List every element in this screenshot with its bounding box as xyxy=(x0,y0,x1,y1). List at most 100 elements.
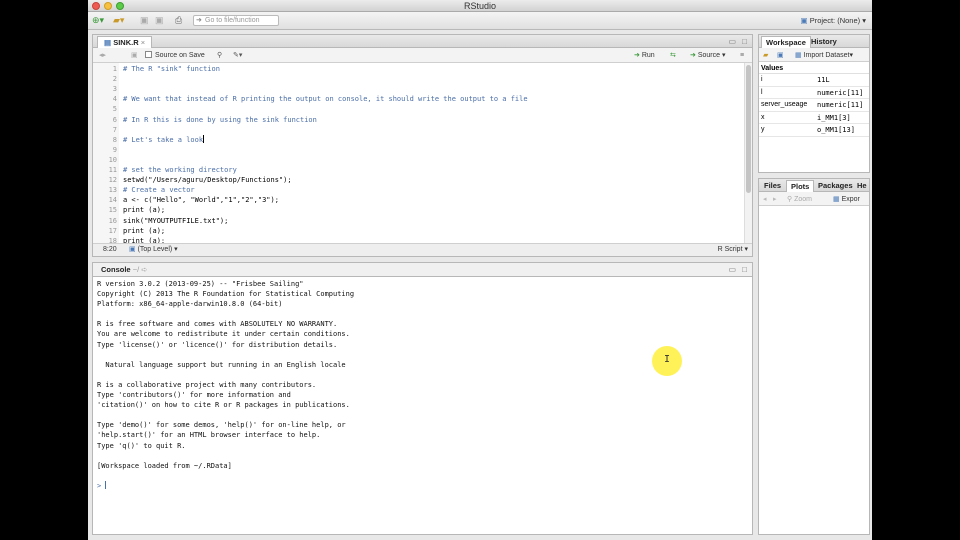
code-line[interactable]: 9 xyxy=(93,145,743,155)
source-tabbar: ▤ SINK.R × ▭ □ xyxy=(93,35,752,48)
files-tabbar: Files Plots Packages He xyxy=(759,179,869,192)
editor-status-bar: 8:20 ▣ (Top Level) ▾ R Script ▾ xyxy=(93,243,752,256)
code-line[interactable]: 7 xyxy=(93,125,743,135)
workspace-row[interactable]: y o_MM1[13] xyxy=(759,124,869,137)
source-on-save-checkbox[interactable]: Source on Save xyxy=(145,50,205,61)
new-file-icon[interactable]: ⊕▾ xyxy=(92,15,104,26)
chevron-down-icon: ▾ xyxy=(721,52,726,59)
line-number: 11 xyxy=(108,166,117,174)
save-all-icon[interactable]: ▣ xyxy=(155,15,164,26)
code-line[interactable]: 2 xyxy=(93,74,743,84)
line-number: 1 xyxy=(112,65,117,73)
import-dataset-label: Import Dataset xyxy=(803,52,850,59)
tab-plots[interactable]: Plots xyxy=(786,180,815,192)
cursor-position: 8:20 xyxy=(103,246,117,253)
prev-plot-icon[interactable]: ◂ xyxy=(763,194,767,205)
editor-scroll-thumb[interactable] xyxy=(746,65,751,193)
line-number: 2 xyxy=(112,75,117,84)
code-line[interactable]: 10 xyxy=(93,155,743,165)
close-tab-icon[interactable]: × xyxy=(141,38,145,47)
console-title-label: Console xyxy=(101,265,131,274)
outline-icon[interactable]: ≡ xyxy=(740,50,744,61)
tab-packages[interactable]: Packages xyxy=(814,180,857,192)
workspace-pane: Workspace History ▰ ▣ ▦ Import Dataset▾ … xyxy=(758,34,870,173)
code-line[interactable]: 4 # We want that instead of R printing th… xyxy=(93,94,743,104)
workspace-row[interactable]: x i_MM1[3] xyxy=(759,112,869,124)
title-bar: RStudio xyxy=(88,0,872,12)
goto-file-input[interactable]: ➜ Go to file/function xyxy=(193,15,279,26)
console-output[interactable]: R version 3.0.2 (2013-09-25) -- "Frisbee… xyxy=(97,279,744,534)
code-line[interactable]: 13 # Create a vector xyxy=(93,185,743,195)
open-file-icon[interactable]: ▰▾ xyxy=(113,15,124,26)
line-number: 7 xyxy=(112,125,117,134)
chevron-down-icon: ▾ xyxy=(862,16,866,25)
editor-scrollbar[interactable] xyxy=(744,63,752,243)
variable-value: numeric[11] xyxy=(817,101,864,109)
run-button[interactable]: ➜ Run xyxy=(634,50,655,61)
export-button[interactable]: ▦ Expor xyxy=(833,194,860,205)
code-line[interactable]: 12 setwd("/Users/aguru/Desktop/Functions"… xyxy=(93,175,743,185)
save-file-icon[interactable]: ▣ xyxy=(131,50,138,61)
source-label: Source xyxy=(697,52,721,59)
code-line[interactable]: 5 xyxy=(93,104,743,114)
plots-pane: Files Plots Packages He ◂ ▸ ⚲ Zoom ▦ Exp… xyxy=(758,178,870,535)
code-line[interactable]: 6 # In R this is done by using the sink f… xyxy=(93,115,743,125)
filetype-selector[interactable]: R Script ▾ xyxy=(718,244,748,256)
minimize-pane-icon[interactable]: ▭ xyxy=(728,265,736,274)
code-line[interactable]: 15 print (a); xyxy=(93,205,743,215)
tab-workspace[interactable]: Workspace xyxy=(761,36,811,48)
plots-toolbar: ◂ ▸ ⚲ Zoom ▦ Expor xyxy=(759,192,869,206)
source-button[interactable]: ➜ Source ▾ xyxy=(690,50,725,61)
next-plot-icon[interactable]: ▸ xyxy=(773,194,777,205)
maximize-pane-icon[interactable]: □ xyxy=(742,37,747,46)
source-subbar: ◂▸ ▣ Source on Save ⚲ ✎▾ ➜ Run ⇆ ➜ Sourc… xyxy=(93,48,752,63)
line-text: sink("MYOUTPUTFILE.txt"); xyxy=(123,216,229,225)
line-number: 6 xyxy=(112,115,117,124)
line-text: print (a); xyxy=(123,206,166,215)
minimize-pane-icon[interactable]: ▭ xyxy=(728,37,736,46)
tab-history[interactable]: History xyxy=(807,36,841,48)
print-icon[interactable]: ⎙ xyxy=(175,15,182,26)
source-arrow-icon: ➜ xyxy=(690,52,696,59)
load-workspace-icon[interactable]: ▰ xyxy=(763,50,768,61)
console-path: ~/ xyxy=(132,265,140,274)
scope-selector[interactable]: ▣ (Top Level) ▾ xyxy=(129,244,178,256)
line-text: # We want that instead of R printing the… xyxy=(123,95,528,104)
line-number: 15 xyxy=(108,206,117,215)
workspace-row[interactable]: l numeric[11] xyxy=(759,87,869,99)
line-number: 12 xyxy=(108,176,117,185)
code-line[interactable]: 16 sink("MYOUTPUTFILE.txt"); xyxy=(93,216,743,226)
workspace-row[interactable]: server_useage numeric[11] xyxy=(759,99,869,112)
code-line[interactable]: 8 # Let's take a look xyxy=(93,134,743,145)
search-icon[interactable]: ⚲ xyxy=(217,50,222,61)
zoom-button[interactable]: ⚲ Zoom xyxy=(787,194,812,205)
code-line[interactable]: 14 a <- c("Hello", "World","1","2","3"); xyxy=(93,195,743,205)
goto-placeholder: Go to file/function xyxy=(205,17,260,24)
tab-files[interactable]: Files xyxy=(760,180,785,192)
workspace-tabbar: Workspace History xyxy=(759,35,869,48)
console-goto-icon[interactable]: ➪ xyxy=(141,265,147,274)
code-editor[interactable]: 1 # The R "sink" function 2 3 4 # We want tha… xyxy=(93,63,744,245)
back-arrow-icon[interactable]: ◂▸ xyxy=(99,50,106,61)
code-line[interactable]: 3 xyxy=(93,84,743,94)
variable-name: i xyxy=(761,76,763,83)
project-menu[interactable]: ▣ Project: (None) ▾ xyxy=(801,15,866,26)
tab-help[interactable]: He xyxy=(855,180,869,192)
variable-value: o_MM1[13] xyxy=(817,126,855,134)
save-workspace-icon[interactable]: ▣ xyxy=(777,50,784,61)
line-number: 13 xyxy=(108,186,117,195)
chevron-down-icon: ▾ xyxy=(744,246,748,253)
tab-sink-r-label: SINK.R xyxy=(113,38,139,47)
maximize-pane-icon[interactable]: □ xyxy=(742,265,747,274)
save-icon[interactable]: ▣ xyxy=(140,15,149,26)
variable-name: l xyxy=(761,88,763,96)
code-tools-icon[interactable]: ✎▾ xyxy=(233,50,242,61)
code-line[interactable]: 17 print (a); xyxy=(93,226,743,236)
import-dataset-button[interactable]: ▦ Import Dataset▾ xyxy=(795,50,853,61)
rerun-icon[interactable]: ⇆ xyxy=(670,50,676,61)
tab-sink-r[interactable]: ▤ SINK.R × xyxy=(97,36,153,48)
code-line[interactable]: 11 # set the working directory xyxy=(93,165,743,175)
workspace-row[interactable]: i 11L xyxy=(759,74,869,87)
line-text: # set the working directory xyxy=(123,166,237,174)
code-line[interactable]: 1 # The R "sink" function xyxy=(93,64,743,74)
